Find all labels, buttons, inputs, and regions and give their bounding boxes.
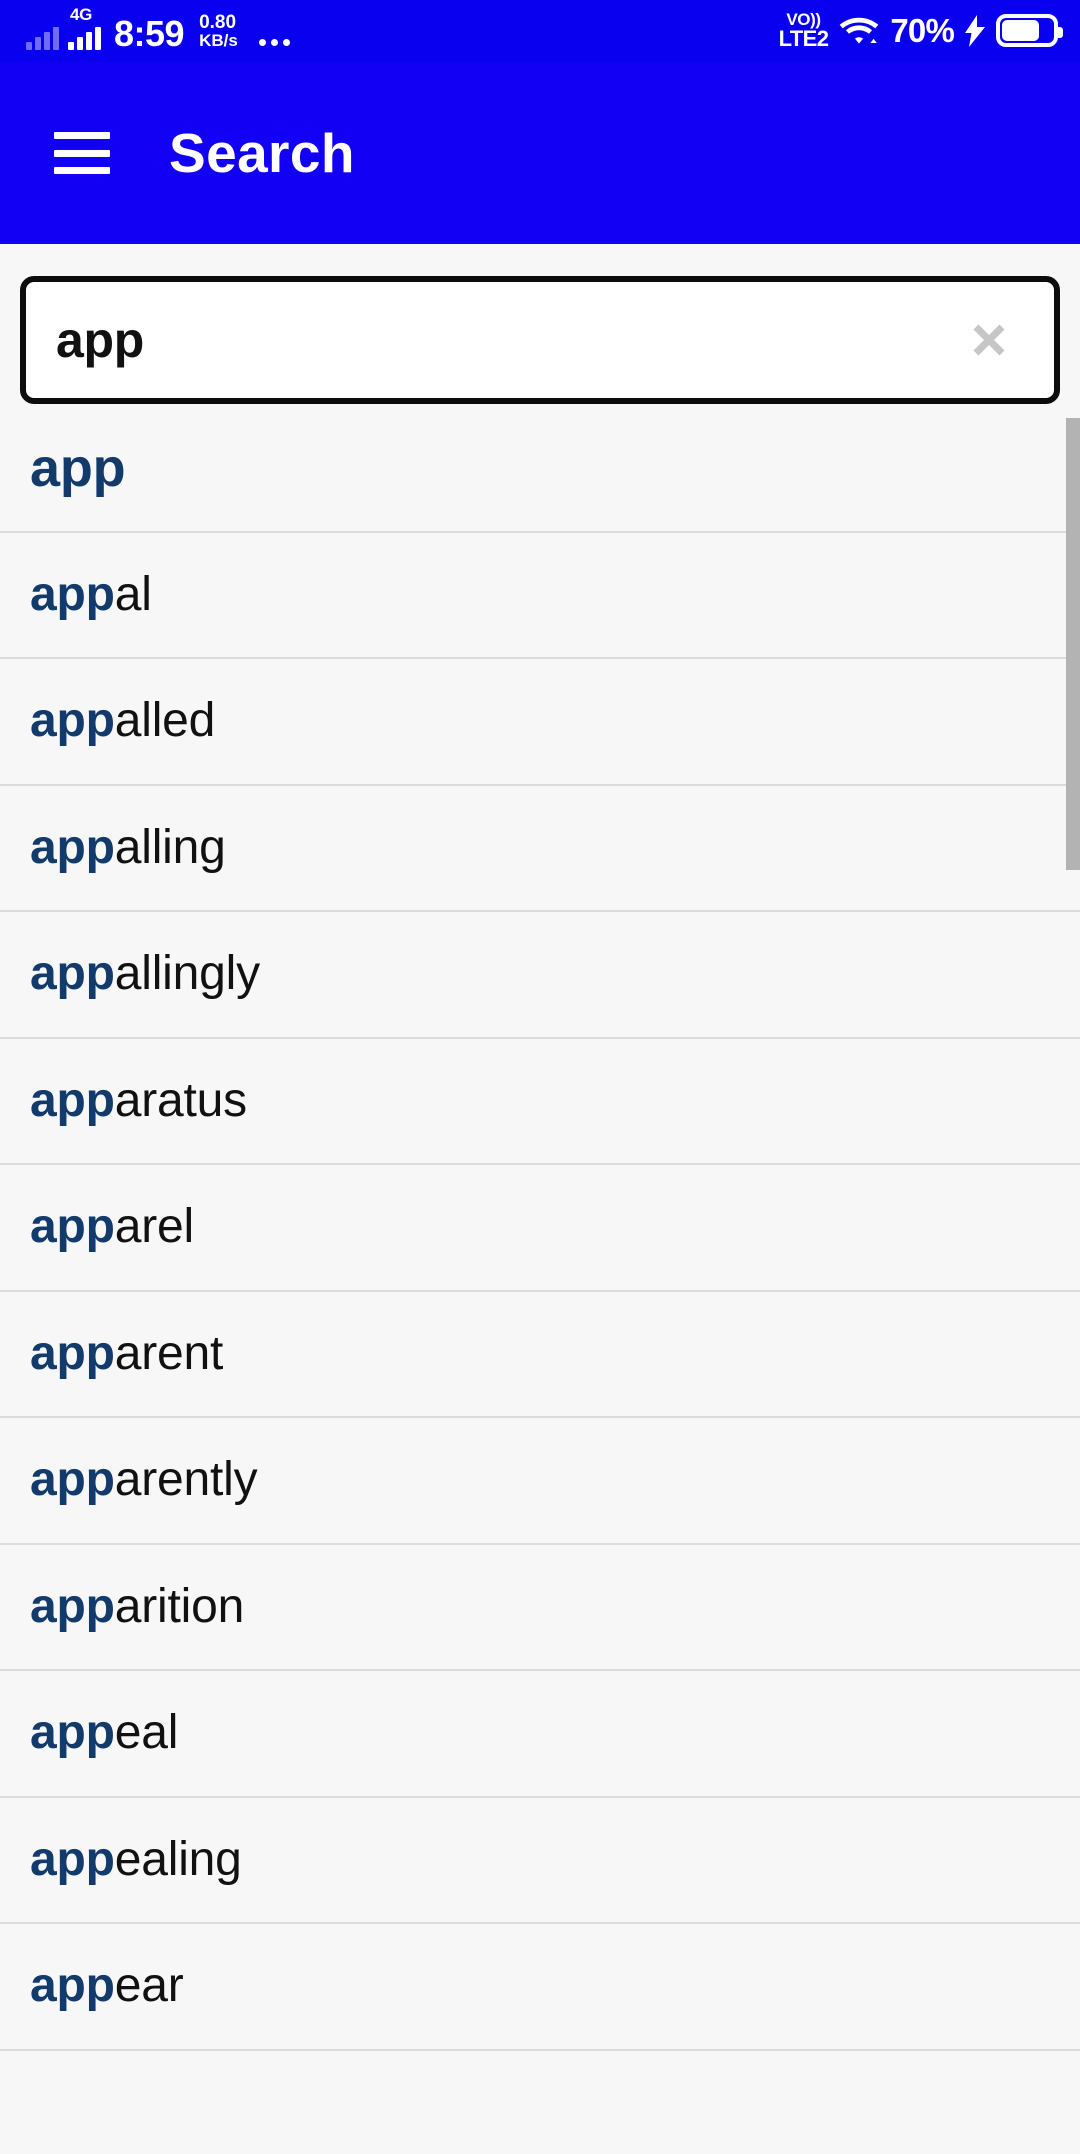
suggestion-item[interactable]: app xyxy=(0,406,1080,533)
suggestion-item[interactable]: appallingly xyxy=(0,912,1080,1039)
volte-bottom-label: LTE2 xyxy=(778,26,829,51)
suggestion-item[interactable]: appealing xyxy=(0,1797,1080,1924)
network-speed-indicator: 0.80 KB/s xyxy=(199,11,238,51)
close-x-icon[interactable] xyxy=(956,307,1022,373)
suggestion-matched-prefix: app xyxy=(30,438,126,499)
suggestion-remainder: aratus xyxy=(114,1073,247,1127)
suggestion-matched-prefix: app xyxy=(30,1453,115,1507)
suggestion-item[interactable]: appalling xyxy=(0,785,1080,912)
suggestion-label: appeal xyxy=(30,1709,178,1757)
suggestion-remainder: arel xyxy=(114,1200,194,1254)
suggestion-matched-prefix: app xyxy=(30,567,115,621)
suggestion-label: apparently xyxy=(30,1453,258,1507)
battery-percent-label: 70% xyxy=(890,11,954,49)
wifi-icon xyxy=(839,15,879,45)
status-bar: 4G 8:59 0.80 KB/s VO)) LTE2 70% xyxy=(0,0,1080,62)
suggestion-item[interactable]: apparent xyxy=(0,1291,1080,1418)
suggestion-item[interactable]: apparently xyxy=(0,1418,1080,1545)
suggestion-item[interactable]: appal xyxy=(0,532,1080,659)
network-speed-unit: KB/s xyxy=(199,31,238,51)
suggestion-label: appalling xyxy=(30,820,226,874)
suggestion-label: apparent xyxy=(30,1326,224,1380)
suggestion-item[interactable]: appalled xyxy=(0,659,1080,786)
suggestion-item[interactable]: apparatus xyxy=(0,1038,1080,1165)
suggestion-matched-prefix: app xyxy=(30,694,115,748)
suggestion-remainder: ear xyxy=(114,1959,184,2013)
search-input[interactable] xyxy=(56,311,956,369)
suggestion-matched-prefix: app xyxy=(30,1959,115,2013)
hamburger-menu-icon[interactable] xyxy=(54,132,110,174)
battery-icon xyxy=(996,14,1063,47)
suggestion-remainder: alling xyxy=(114,820,226,874)
suggestion-label: app xyxy=(30,438,126,499)
page-title: Search xyxy=(169,121,355,184)
suggestion-label: apparel xyxy=(30,1203,194,1251)
suggestion-matched-prefix: app xyxy=(30,1326,115,1380)
status-overflow-dots-icon xyxy=(258,39,290,46)
suggestion-item[interactable]: appeal xyxy=(0,1671,1080,1798)
suggestion-remainder: ealing xyxy=(114,1832,242,1886)
volte-icon: VO)) LTE2 xyxy=(779,11,829,50)
suggestion-matched-prefix: app xyxy=(30,1073,115,1127)
app-bar: Search xyxy=(0,62,1080,244)
signal-bars-icon xyxy=(26,24,59,50)
suggestions-list[interactable]: app appal appalled appalling appallingly appa… xyxy=(0,406,1080,2154)
suggestion-label: appealing xyxy=(30,1832,242,1886)
suggestion-label: appear xyxy=(30,1962,184,2010)
suggestion-remainder: arition xyxy=(114,1579,245,1633)
suggestion-label: apparatus xyxy=(30,1073,247,1127)
status-bar-left: 4G 8:59 0.80 KB/s xyxy=(26,0,290,62)
status-bar-right: VO)) LTE2 70% xyxy=(779,0,1063,62)
search-box[interactable] xyxy=(20,276,1060,404)
suggestion-label: appallingly xyxy=(30,950,260,998)
suggestion-matched-prefix: app xyxy=(30,1832,115,1886)
suggestion-matched-prefix: app xyxy=(30,947,115,1001)
suggestion-label: appal xyxy=(30,567,152,621)
suggestion-label: appalled xyxy=(30,697,215,745)
suggestion-item[interactable]: appear xyxy=(0,1924,1080,2051)
suggestion-remainder: eal xyxy=(114,1706,179,1760)
charging-bolt-icon xyxy=(965,14,985,47)
suggestion-matched-prefix: app xyxy=(30,1200,115,1254)
network-type-label: 4G xyxy=(70,5,93,24)
network-speed-value: 0.80 xyxy=(199,11,237,33)
suggestion-item[interactable] xyxy=(0,2050,1080,2154)
suggestion-label: apparition xyxy=(30,1579,245,1633)
search-field-container xyxy=(0,244,1080,406)
scrollbar-thumb[interactable] xyxy=(1066,418,1080,870)
suggestion-matched-prefix: app xyxy=(30,820,115,874)
suggestion-remainder: allingly xyxy=(114,947,260,1001)
suggestion-item[interactable]: apparel xyxy=(0,1165,1080,1292)
status-bar-clock: 8:59 xyxy=(114,13,185,54)
suggestion-matched-prefix: app xyxy=(30,1706,115,1760)
suggestion-remainder: alled xyxy=(114,694,216,748)
app-root: 4G 8:59 0.80 KB/s VO)) LTE2 70% Search a… xyxy=(0,0,1080,2154)
suggestion-remainder: arently xyxy=(114,1453,258,1507)
signal-bars-4g-icon: 4G xyxy=(68,6,101,50)
suggestion-matched-prefix: app xyxy=(30,1579,115,1633)
suggestion-remainder: arent xyxy=(114,1326,224,1380)
suggestion-remainder: al xyxy=(114,567,152,621)
suggestion-item[interactable]: apparition xyxy=(0,1544,1080,1671)
